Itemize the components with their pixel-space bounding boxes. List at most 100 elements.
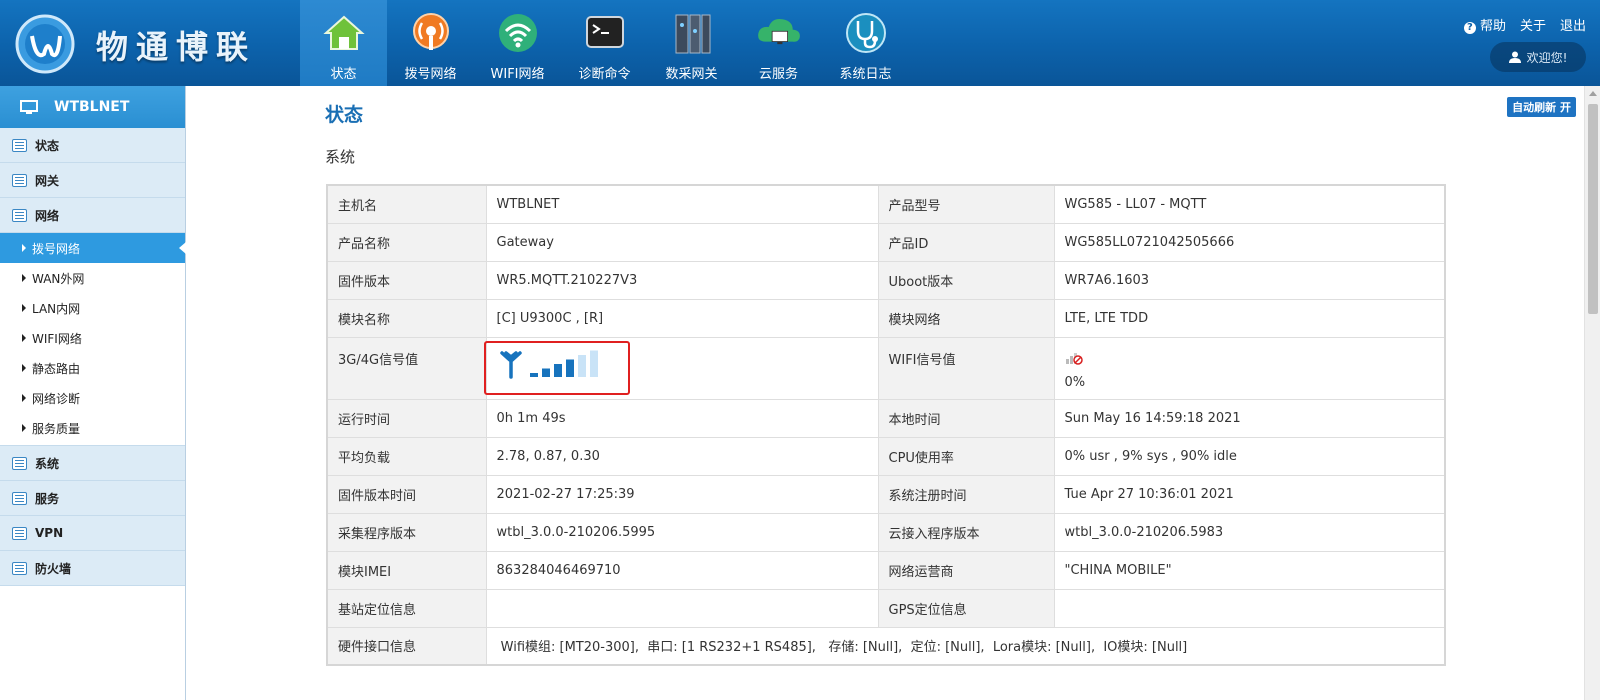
row-value: WG585 - LL07 - MQTT <box>1053 184 1446 224</box>
nav-label: 拨号网络 <box>404 67 457 82</box>
sidebar-item-dialup[interactable]: 拨号网络 <box>0 233 186 263</box>
sidebar-item-wan[interactable]: WAN外网 <box>0 263 185 293</box>
welcome-text: 欢迎您! <box>1526 50 1568 65</box>
row-label: 本地时间 <box>877 398 1055 438</box>
row-value: WR7A6.1603 <box>1053 260 1446 300</box>
sidebar-section-status[interactable]: 状态 <box>0 128 185 163</box>
table-row: 产品名称 Gateway 产品ID WG585LL0721042505666 <box>326 222 1446 262</box>
nav-label: 云服务 <box>758 67 798 82</box>
sidebar-header: WTBLNET <box>0 86 185 128</box>
table-row: 模块名称 [C] U9300C , [R] 模块网络 LTE, LTE TDD <box>326 298 1446 338</box>
caret-right-icon <box>22 334 26 342</box>
sidebar-item-network-diagnostics[interactable]: 网络诊断 <box>0 383 185 413</box>
table-row: 主机名 WTBLNET 产品型号 WG585 - LL07 - MQTT <box>326 184 1446 224</box>
list-icon <box>12 173 27 187</box>
help-link[interactable]: ? 帮助 <box>1463 15 1506 34</box>
table-row: 3G/4G信号值 WIFI信号值 0% <box>326 336 1446 400</box>
row-value <box>1053 588 1446 628</box>
sidebar: WTBLNET 状态 网关 网络 拨号网络 WAN外网 LAN内网 WIFI网络… <box>0 86 186 700</box>
table-row: 运行时间 0h 1m 49s 本地时间 Sun May 16 14:59:18 … <box>326 398 1446 438</box>
row-label: GPS定位信息 <box>877 588 1055 628</box>
caret-right-icon <box>22 304 26 312</box>
nav-wifi[interactable]: WIFI网络 <box>474 0 561 86</box>
scroll-thumb[interactable] <box>1588 104 1598 314</box>
row-value: 2021-02-27 17:25:39 <box>485 474 879 514</box>
row-value: 0% usr , 9% sys , 90% idle <box>1053 436 1446 476</box>
nav-label: 诊断命令 <box>578 67 631 82</box>
row-label: 产品名称 <box>326 222 487 262</box>
row-label: 硬件接口信息 <box>326 626 487 666</box>
row-label: 产品型号 <box>877 184 1055 224</box>
sidebar-section-system[interactable]: 系统 <box>0 446 185 481</box>
sidebar-section-firewall[interactable]: 防火墙 <box>0 551 185 586</box>
sidebar-section-service[interactable]: 服务 <box>0 481 185 516</box>
top-header: 物通博联 状态 拨号网络 WIFI网络 诊断命令 数采网关 云服务 系统日志 ?… <box>0 0 1600 86</box>
list-icon <box>12 138 27 152</box>
nav-label: 系统日志 <box>839 67 892 82</box>
logout-link[interactable]: 退出 <box>1560 15 1586 34</box>
row-label: 平均负载 <box>326 436 487 476</box>
row-label: Uboot版本 <box>877 260 1055 300</box>
wifi-disabled-icon <box>1065 352 1083 365</box>
top-links: ? 帮助 关于 退出 <box>1463 15 1586 34</box>
network-submenu: 拨号网络 WAN外网 LAN内网 WIFI网络 静态路由 网络诊断 服务质量 <box>0 233 186 446</box>
row-label: 固件版本时间 <box>326 474 487 514</box>
nav-dialup[interactable]: 拨号网络 <box>387 0 474 86</box>
wifi-signal-value: 0% <box>1064 374 1086 390</box>
auto-refresh-toggle[interactable]: 自动刷新 开 <box>1507 97 1576 117</box>
row-value: WR5.MQTT.210227V3 <box>485 260 879 300</box>
table-row: 平均负载 2.78, 0.87, 0.30 CPU使用率 0% usr , 9%… <box>326 436 1446 476</box>
row-value: wtbl_3.0.0-210206.5983 <box>1053 512 1446 552</box>
nav-label: 数采网关 <box>665 67 718 82</box>
nav-system-log[interactable]: 系统日志 <box>822 0 909 86</box>
row-label: 模块名称 <box>326 298 487 338</box>
list-icon <box>12 491 27 505</box>
caret-right-icon <box>22 394 26 402</box>
row-value: Tue Apr 27 10:36:01 2021 <box>1053 474 1446 514</box>
row-value: LTE, LTE TDD <box>1053 298 1446 338</box>
caret-right-icon <box>22 364 26 372</box>
sidebar-item-wifi[interactable]: WIFI网络 <box>0 323 185 353</box>
signal-cell <box>483 336 879 400</box>
section-title: 系统 <box>325 148 356 166</box>
row-label: WIFI信号值 <box>877 336 1055 400</box>
row-value: "CHINA MOBILE" <box>1053 550 1446 590</box>
sidebar-item-qos[interactable]: 服务质量 <box>0 413 185 443</box>
scroll-up-icon[interactable] <box>1589 91 1597 96</box>
main-content: 状态 系统 自动刷新 开 主机名 WTBLNET 产品型号 WG585 - LL… <box>186 86 1584 700</box>
list-icon <box>12 456 27 470</box>
signal-bar <box>589 350 598 377</box>
sidebar-section-gateway[interactable]: 网关 <box>0 163 185 198</box>
vertical-scrollbar[interactable] <box>1584 86 1600 700</box>
row-label: 运行时间 <box>326 398 487 438</box>
row-value: 0h 1m 49s <box>485 398 879 438</box>
caret-right-icon <box>22 424 26 432</box>
row-value: Gateway <box>485 222 879 262</box>
nav-diagnostics[interactable]: 诊断命令 <box>561 0 648 86</box>
row-label: 产品ID <box>877 222 1055 262</box>
list-icon <box>12 208 27 222</box>
nav-data-gateway[interactable]: 数采网关 <box>648 0 735 86</box>
dialup-icon <box>407 9 455 57</box>
about-link[interactable]: 关于 <box>1520 15 1546 34</box>
gateway-icon <box>668 9 716 57</box>
row-label: 模块IMEI <box>326 550 487 590</box>
signal-bar <box>529 372 538 377</box>
sidebar-section-vpn[interactable]: VPN <box>0 516 185 551</box>
nav-label: WIFI网络 <box>490 67 545 82</box>
sidebar-item-static-route[interactable]: 静态路由 <box>0 353 185 383</box>
welcome-badge: 欢迎您! <box>1490 42 1586 72</box>
nav-status[interactable]: 状态 <box>300 0 387 86</box>
sidebar-item-lan[interactable]: LAN内网 <box>0 293 185 323</box>
table-row: 硬件接口信息 Wifi模组: [MT20-300], 串口: [1 RS232+… <box>326 626 1446 666</box>
caret-right-icon <box>22 274 26 282</box>
signal-bar <box>541 368 550 377</box>
nav-cloud[interactable]: 云服务 <box>735 0 822 86</box>
row-value: WG585LL0721042505666 <box>1053 222 1446 262</box>
row-label: 采集程序版本 <box>326 512 487 552</box>
table-row: 基站定位信息 GPS定位信息 <box>326 588 1446 628</box>
stethoscope-icon <box>842 9 890 57</box>
sidebar-section-network[interactable]: 网络 <box>0 198 185 233</box>
row-value <box>485 588 879 628</box>
row-label: 主机名 <box>326 184 487 224</box>
